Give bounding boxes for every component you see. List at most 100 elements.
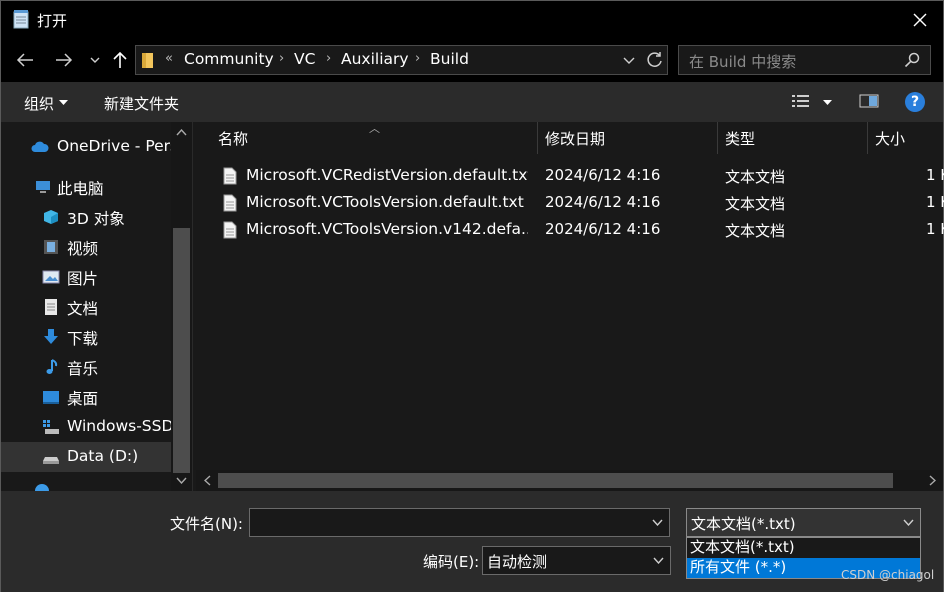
file-date: 2024/6/12 4:16 (545, 193, 661, 211)
help-button[interactable]: ? (905, 92, 925, 112)
preview-pane-icon[interactable] (859, 93, 879, 109)
encoding-select[interactable]: 自动检测 (482, 546, 671, 575)
sidebar-item-downloads[interactable]: 下载 (1, 322, 171, 352)
computer-icon (36, 181, 50, 193)
back-button[interactable] (14, 49, 36, 71)
up-button[interactable] (109, 49, 131, 71)
sidebar-item-label: 视频 (67, 240, 99, 258)
sidebar-item-pictures[interactable]: 图片 (1, 262, 171, 292)
sidebar-item-music[interactable]: 音乐 (1, 352, 171, 382)
file-row[interactable]: Microsoft.VCToolsVersion.v142.defa... 20… (193, 217, 944, 244)
breadcrumb-separator[interactable]: › (415, 51, 420, 66)
filename-label: 文件名(N): (170, 515, 243, 533)
forward-arrow-icon (56, 53, 73, 67)
breadcrumb-auxiliary[interactable]: Auxiliary (341, 50, 409, 68)
column-divider[interactable] (867, 122, 868, 154)
column-divider[interactable] (537, 122, 538, 154)
view-dropdown-icon[interactable] (823, 100, 832, 105)
column-header-name[interactable]: 名称 (218, 128, 248, 149)
new-folder-button[interactable]: 新建文件夹 (104, 93, 179, 114)
notepad-icon (13, 10, 29, 29)
column-header-type[interactable]: 类型 (725, 128, 755, 149)
sidebar-item-videos[interactable]: 视频 (1, 232, 171, 262)
drive-icon (43, 457, 59, 464)
title-bar: 打开 (1, 1, 943, 38)
toolbar: 组织 新建文件夹 ? (1, 82, 943, 122)
organize-button[interactable]: 组织 (24, 93, 54, 114)
text-file-icon (223, 167, 237, 185)
encoding-selected-value: 自动检测 (487, 553, 548, 571)
sidebar-item-label: Windows-SSD (67, 417, 171, 435)
horizontal-scrollbar[interactable] (196, 470, 943, 491)
file-row[interactable]: Microsoft.VCToolsVersion.default.txt 202… (193, 190, 944, 217)
download-icon (44, 329, 58, 344)
breadcrumb-vc[interactable]: VC (294, 50, 315, 68)
address-dropdown-icon[interactable] (623, 52, 635, 68)
breadcrumb-separator[interactable]: › (279, 51, 284, 66)
file-name: Microsoft.VCToolsVersion.default.txt (246, 193, 524, 211)
filetype-option[interactable]: 文本文档(*.txt) (687, 538, 920, 558)
column-header-date[interactable]: 修改日期 (545, 128, 605, 149)
chevron-down-icon[interactable] (903, 519, 914, 526)
network-icon (35, 484, 49, 491)
address-row: « Community › VC › Auxiliary › Build 在 B… (1, 38, 943, 82)
cloud-icon (31, 141, 49, 152)
watermark: CSDN @chiagol (841, 568, 935, 582)
sidebar-item-desktop[interactable]: 桌面 (1, 382, 171, 412)
folder-icon (142, 53, 153, 68)
document-icon (45, 299, 57, 315)
file-name: Microsoft.VCToolsVersion.v142.defa... (246, 220, 528, 238)
open-file-dialog: 打开 « Community › VC › Auxiliary › Build … (0, 0, 944, 592)
desktop-icon (43, 391, 59, 404)
sidebar-item-label: OneDrive - Pers (57, 137, 171, 155)
view-options-icon[interactable] (791, 93, 811, 109)
search-placeholder: 在 Build 中搜索 (689, 53, 797, 71)
sidebar-item-label: 文档 (67, 300, 99, 318)
address-bar[interactable]: « Community › VC › Auxiliary › Build (135, 45, 668, 75)
sidebar-item-label: Data (D:) (67, 447, 139, 465)
text-file-icon (223, 221, 237, 239)
sidebar-item-windows-ssd[interactable]: Windows-SSD (1, 412, 171, 442)
video-icon (44, 240, 58, 254)
music-icon (46, 359, 58, 374)
forward-button[interactable] (53, 49, 75, 71)
breadcrumb-separator[interactable]: › (326, 51, 331, 66)
sidebar-item-this-pc[interactable]: 此电脑 (1, 172, 171, 202)
sidebar-item-data-drive[interactable]: Data (D:) (1, 442, 171, 472)
text-file-icon (223, 194, 237, 212)
overflow-chevron[interactable]: « (165, 51, 173, 66)
scroll-right-icon[interactable] (929, 475, 936, 486)
recent-locations-button[interactable] (84, 49, 106, 71)
sidebar-item-label: 音乐 (67, 360, 99, 378)
chevron-down-icon[interactable] (652, 519, 663, 526)
scrollbar-thumb[interactable] (173, 228, 190, 473)
sidebar-item-label: 3D 对象 (67, 210, 125, 228)
scroll-left-icon[interactable] (204, 475, 211, 486)
scroll-up-icon[interactable] (176, 129, 187, 136)
sidebar-item-onedrive[interactable]: OneDrive - Pers (1, 132, 171, 162)
search-input[interactable]: 在 Build 中搜索 (678, 45, 931, 75)
column-header-size[interactable]: 大小 (875, 128, 905, 149)
encoding-label: 编码(E): (423, 553, 480, 571)
chevron-down-icon[interactable] (653, 557, 664, 564)
organize-dropdown-icon[interactable] (59, 100, 68, 105)
breadcrumb-community[interactable]: Community (184, 50, 274, 68)
file-type: 文本文档 (725, 195, 786, 213)
column-divider[interactable] (717, 122, 718, 154)
filetype-selected-value: 文本文档(*.txt) (691, 515, 796, 533)
breadcrumb-build[interactable]: Build (430, 50, 469, 68)
system-drive-icon (43, 420, 59, 434)
sidebar-item-documents[interactable]: 文档 (1, 292, 171, 322)
file-size: 1 K (926, 193, 944, 211)
file-size: 1 K (926, 220, 944, 238)
refresh-icon[interactable] (646, 50, 664, 70)
filename-input[interactable] (249, 508, 670, 537)
scrollbar-thumb[interactable] (218, 473, 893, 488)
scroll-down-icon[interactable] (176, 477, 187, 484)
close-button[interactable] (897, 1, 943, 38)
file-date: 2024/6/12 4:16 (545, 220, 661, 238)
filetype-select[interactable]: 文本文档(*.txt) (686, 508, 921, 537)
file-row[interactable]: Microsoft.VCRedistVersion.default.txt 20… (193, 163, 944, 190)
navigation-scrollbar[interactable] (171, 122, 192, 491)
sidebar-item-3d-objects[interactable]: 3D 对象 (1, 202, 171, 232)
